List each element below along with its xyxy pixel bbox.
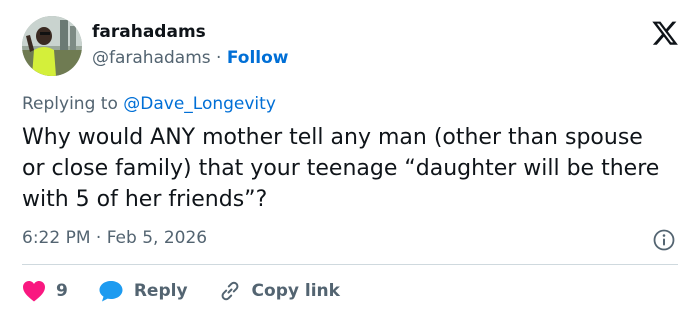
reply-bubble-icon — [99, 281, 123, 302]
handle-row: @farahadams · Follow — [92, 48, 289, 68]
divider — [22, 264, 678, 265]
user-handle[interactable]: @farahadams — [92, 48, 211, 68]
copy-link-button[interactable]: Copy link — [218, 279, 340, 303]
action-bar: 9 Reply Copy link — [22, 278, 340, 304]
info-icon[interactable] — [652, 228, 676, 252]
follow-button[interactable]: Follow — [227, 48, 289, 68]
display-name[interactable]: farahadams — [92, 22, 206, 42]
avatar[interactable] — [22, 16, 82, 76]
like-button[interactable]: 9 — [22, 280, 68, 302]
separator-dot: · — [216, 48, 222, 68]
x-logo-icon[interactable] — [652, 20, 678, 46]
reply-mention-link[interactable]: @Dave_Longevity — [123, 94, 276, 114]
reply-label: Reply — [133, 281, 188, 301]
heart-icon — [23, 281, 45, 302]
copy-link-label: Copy link — [251, 281, 340, 301]
reply-context: Replying to @Dave_Longevity — [22, 94, 276, 114]
reply-button[interactable]: Reply — [98, 279, 188, 303]
like-count: 9 — [56, 281, 68, 301]
link-icon — [221, 281, 238, 301]
tweet-text: Why would ANY mother tell any man (other… — [22, 125, 660, 212]
reply-prefix: Replying to — [22, 94, 124, 114]
tweet-header: farahadams @farahadams · Follow — [22, 16, 682, 80]
tweet-timestamp[interactable]: 6:22 PM · Feb 5, 2026 — [22, 228, 207, 248]
